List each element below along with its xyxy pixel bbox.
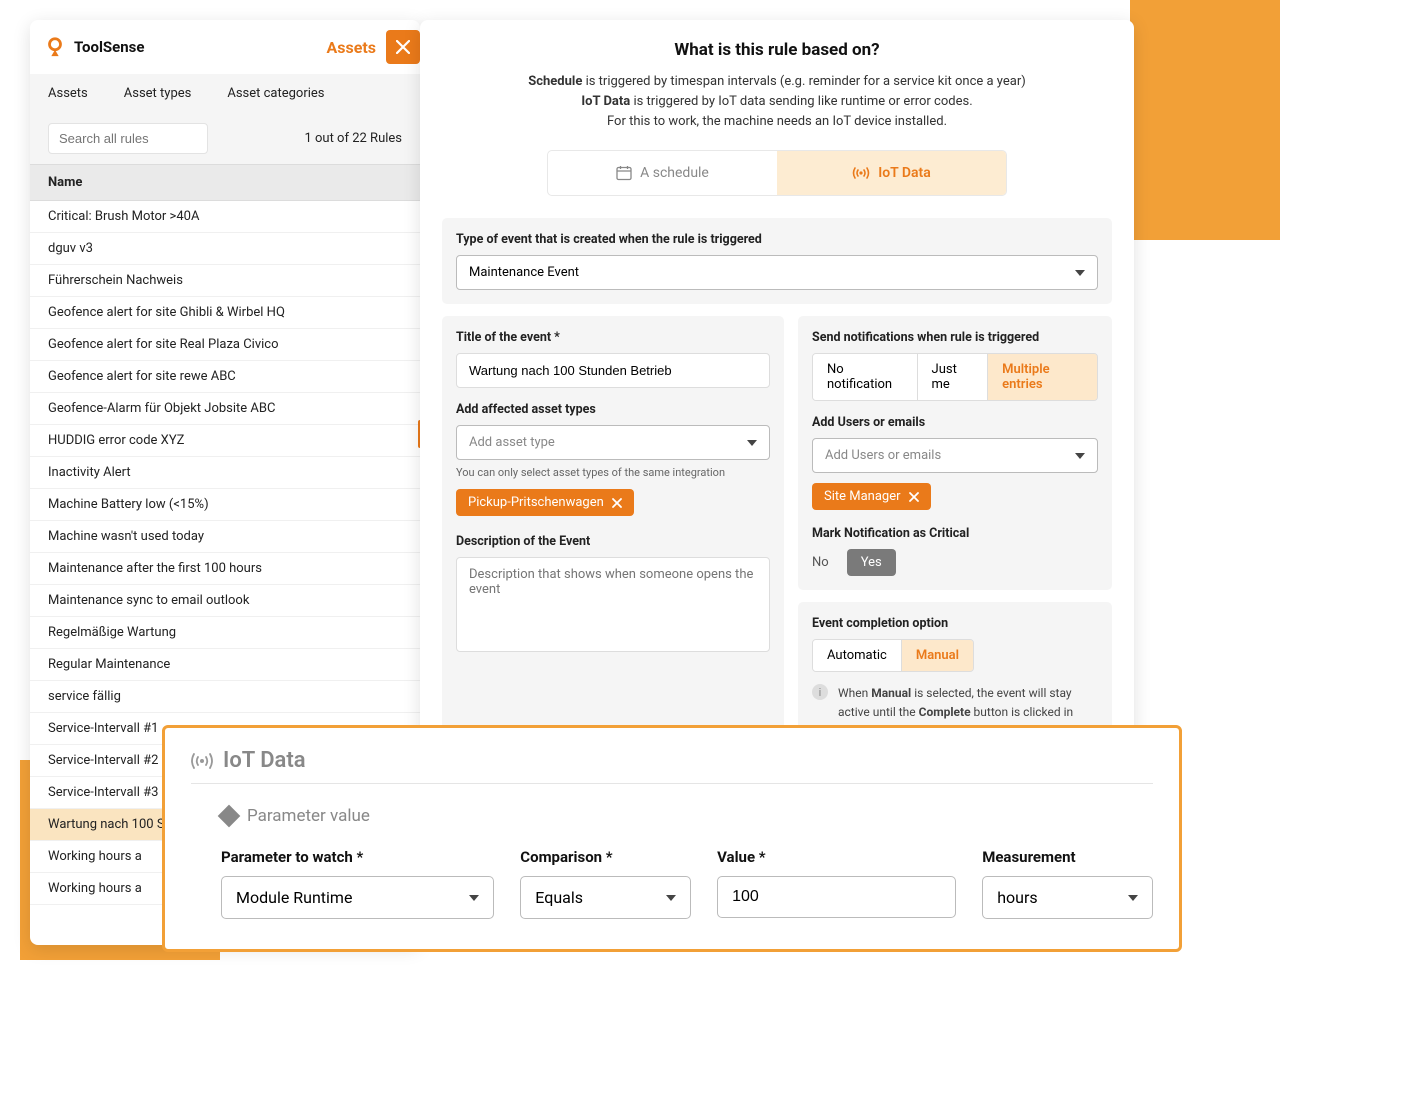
brand: ToolSense — [44, 36, 144, 58]
panel-heading: What is this rule based on? — [442, 40, 1112, 60]
chevron-down-icon — [1075, 270, 1085, 276]
param-select[interactable]: Module Runtime — [221, 876, 494, 919]
title-input[interactable] — [456, 353, 770, 388]
asset-type-chip[interactable]: Pickup-Pritschenwagen — [456, 489, 634, 516]
rule-item[interactable]: HUDDIG error code XYZ — [30, 425, 420, 457]
param-label: Parameter to watch * — [221, 848, 494, 866]
chevron-down-icon — [1075, 453, 1085, 459]
close-button[interactable] — [386, 30, 420, 64]
toolsense-logo-icon — [44, 36, 66, 58]
iot-panel-title: IoT Data — [223, 748, 306, 773]
rule-item[interactable]: Führerschein Nachweis — [30, 265, 420, 297]
notify-multiple[interactable]: Multiple entries — [987, 354, 1097, 400]
event-type-select[interactable]: Maintenance Event — [456, 255, 1098, 290]
value-label: Value * — [717, 848, 956, 866]
completion-manual[interactable]: Manual — [901, 640, 973, 671]
parameter-value-heading: Parameter value — [247, 806, 370, 826]
chevron-down-icon — [666, 895, 676, 901]
rule-count: 1 out of 22 Rules — [304, 131, 402, 146]
rule-item[interactable]: Critical: Brush Motor >40A — [30, 201, 420, 233]
chevron-down-icon — [747, 440, 757, 446]
info-icon: i — [812, 684, 828, 700]
iot-data-panel: IoT Data Parameter value Parameter to wa… — [162, 725, 1182, 952]
critical-label: Mark Notification as Critical — [812, 526, 1098, 541]
rule-item[interactable]: dguv v3 — [30, 233, 420, 265]
measurement-select[interactable]: hours — [982, 876, 1153, 919]
broadcast-icon — [852, 166, 870, 180]
rule-item[interactable]: Regular Maintenance — [30, 649, 420, 681]
measurement-label: Measurement — [982, 848, 1153, 866]
search-input[interactable] — [48, 123, 208, 154]
chevron-down-icon — [469, 895, 479, 901]
rule-item[interactable]: Machine Battery low (<15%) — [30, 489, 420, 521]
chevron-down-icon — [1128, 895, 1138, 901]
remove-chip-icon[interactable] — [909, 492, 919, 502]
add-users-label: Add Users or emails — [812, 415, 1098, 430]
toggle-schedule[interactable]: A schedule — [548, 151, 777, 195]
rule-item[interactable]: Maintenance sync to email outlook — [30, 585, 420, 617]
rule-item[interactable]: Regelmäßige Wartung — [30, 617, 420, 649]
critical-no[interactable]: No — [812, 555, 829, 570]
notify-just-me[interactable]: Just me — [917, 354, 988, 400]
basis-toggle: A schedule IoT Data — [547, 150, 1007, 196]
rule-item[interactable]: Geofence alert for site Ghibli & Wirbel … — [30, 297, 420, 329]
description-label: Description of the Event — [456, 534, 770, 549]
asset-types-select[interactable]: Add asset type — [456, 425, 770, 460]
comparison-label: Comparison * — [520, 848, 691, 866]
panel-subtitle: Schedule is triggered by timespan interv… — [442, 72, 1112, 132]
notify-none[interactable]: No notification — [813, 354, 917, 400]
user-chip[interactable]: Site Manager — [812, 483, 931, 510]
rule-item[interactable]: Geofence alert for site rewe ABC — [30, 361, 420, 393]
title-label: Title of the event * — [456, 330, 770, 345]
critical-yes[interactable]: Yes — [847, 549, 896, 576]
value-input[interactable] — [717, 876, 956, 918]
add-users-select[interactable]: Add Users or emails — [812, 438, 1098, 473]
completion-automatic[interactable]: Automatic — [813, 640, 901, 671]
assets-link[interactable]: Assets — [327, 38, 386, 57]
asset-types-label: Add affected asset types — [456, 402, 770, 417]
rule-item[interactable]: Geofence alert for site Real Plaza Civic… — [30, 329, 420, 361]
broadcast-icon — [191, 752, 213, 770]
rule-item[interactable]: Geofence-Alarm für Objekt Jobsite ABC — [30, 393, 420, 425]
diamond-icon — [218, 805, 241, 828]
tab-asset-categories[interactable]: Asset categories — [227, 86, 324, 101]
asset-types-hint: You can only select asset types of the s… — [456, 466, 770, 479]
notify-group: No notification Just me Multiple entries — [812, 353, 1098, 401]
rule-item[interactable]: Machine wasn't used today — [30, 521, 420, 553]
rule-item[interactable]: Maintenance after the first 100 hours — [30, 553, 420, 585]
sidebar-tabs: Assets Asset types Asset categories — [30, 74, 420, 113]
rule-item[interactable]: service fällig — [30, 681, 420, 713]
event-type-label: Type of event that is created when the r… — [456, 232, 1098, 247]
completion-label: Event completion option — [812, 616, 1098, 631]
description-textarea[interactable] — [456, 557, 770, 652]
tab-asset-types[interactable]: Asset types — [124, 86, 192, 101]
completion-group: Automatic Manual — [812, 639, 974, 672]
rule-editor-panel: What is this rule based on? Schedule is … — [420, 20, 1134, 793]
comparison-select[interactable]: Equals — [520, 876, 691, 919]
calendar-icon — [616, 165, 632, 181]
column-header-name: Name — [30, 164, 420, 201]
tab-assets[interactable]: Assets — [48, 86, 88, 101]
notify-label: Send notifications when rule is triggere… — [812, 330, 1098, 345]
remove-chip-icon[interactable] — [612, 498, 622, 508]
brand-name: ToolSense — [74, 38, 144, 56]
rule-item[interactable]: Inactivity Alert — [30, 457, 420, 489]
toggle-iot[interactable]: IoT Data — [777, 151, 1006, 195]
